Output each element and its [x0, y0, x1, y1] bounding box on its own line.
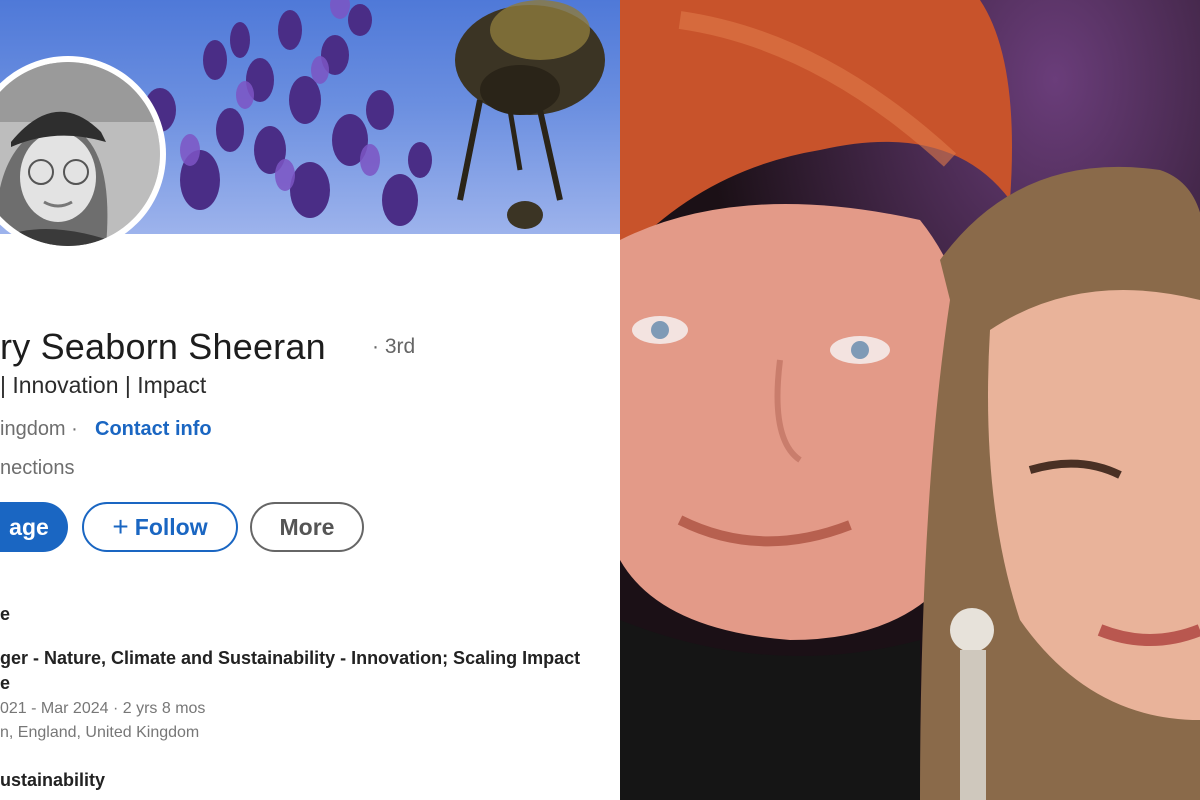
plus-icon: + — [112, 511, 129, 542]
profile-location: ingdom · — [0, 418, 78, 440]
follow-button[interactable]: + Follow — [82, 502, 238, 552]
more-button[interactable]: More — [250, 502, 364, 552]
experience-location: n, England, United Kingdom — [0, 724, 200, 741]
experience-title-continued: e — [0, 673, 11, 693]
connection-degree: · 3rd — [372, 335, 416, 358]
contact-info-link[interactable]: Contact info — [95, 418, 212, 441]
message-button-label: age — [9, 513, 49, 540]
next-experience-title[interactable]: ustainability — [0, 770, 105, 791]
profile-name: ry Seaborn Sheeran — [0, 326, 326, 367]
profile-headline: | Innovation | Impact — [0, 372, 207, 398]
linkedin-profile-screenshot: ry Seaborn Sheeran · 3rd | Innovation | … — [0, 0, 620, 800]
experience-section-heading: e — [0, 604, 11, 624]
experience-dates: 021 - Mar 2024 · 2 yrs 8 mos — [0, 700, 206, 717]
more-button-label: More — [279, 513, 335, 540]
experience-title[interactable]: ger - Nature, Climate and Sustainability… — [0, 648, 580, 669]
follow-button-label: Follow — [134, 513, 208, 540]
connections-count[interactable]: nections — [0, 457, 75, 480]
message-button[interactable]: age — [0, 502, 68, 552]
couple-photo — [620, 0, 1200, 800]
